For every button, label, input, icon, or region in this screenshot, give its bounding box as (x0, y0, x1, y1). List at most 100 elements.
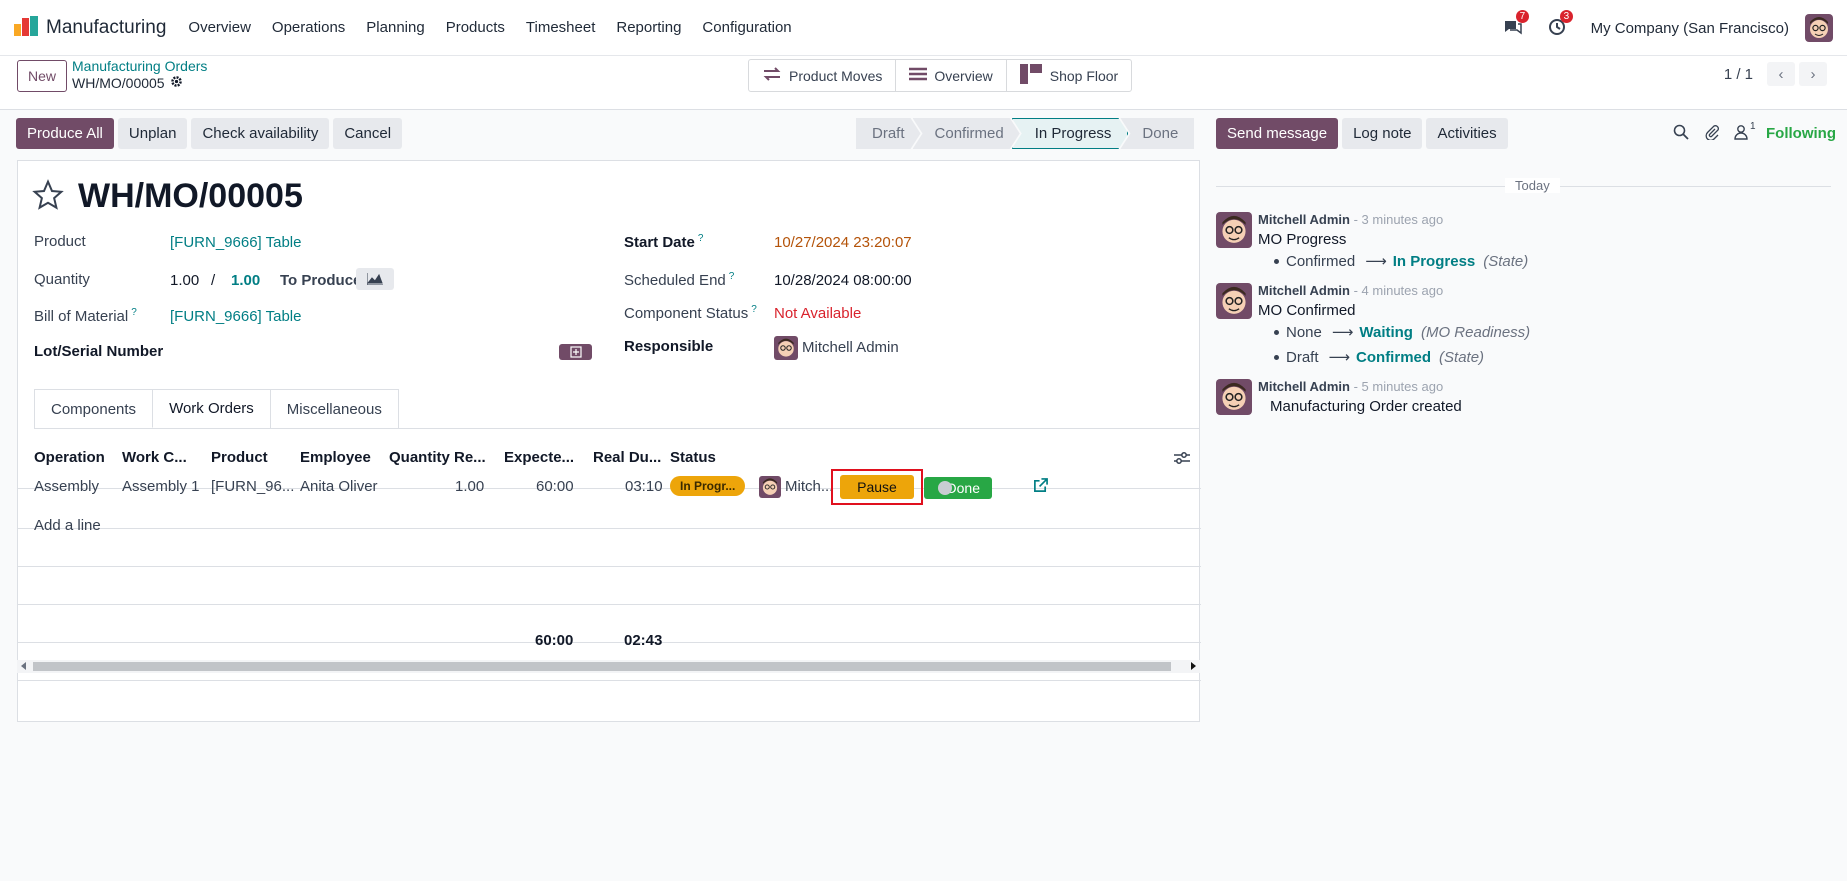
tab-work-orders[interactable]: Work Orders (152, 389, 271, 428)
unplan-button[interactable]: Unplan (117, 118, 188, 149)
message-author-name[interactable]: Mitchell Admin (1258, 283, 1350, 298)
scroll-thumb[interactable] (33, 662, 1171, 671)
followers-count: 1 (1750, 121, 1756, 132)
pager-value[interactable]: 1 / 1 (1724, 66, 1753, 83)
col-product[interactable]: Product (211, 449, 268, 466)
scroll-right-icon[interactable] (1191, 662, 1196, 670)
tracking-new: Waiting (1359, 323, 1413, 341)
stage-draft[interactable]: Draft (856, 118, 921, 149)
horizontal-scrollbar[interactable] (17, 660, 1200, 673)
form-sheet: WH/MO/00005 Product [FURN_9666] Table Qu… (17, 160, 1201, 722)
message-author-name[interactable]: Mitchell Admin (1258, 379, 1350, 394)
message-author: Mitchell Admin - 3 minutes ago (1258, 212, 1443, 227)
add-lot-icon[interactable] (559, 344, 592, 360)
new-button[interactable]: New (17, 60, 67, 92)
shop-floor-label: Shop Floor (1049, 67, 1119, 84)
cell-user: Mitch... (785, 478, 834, 495)
done-toggle-knob (938, 481, 952, 495)
bom-field[interactable]: [FURN_9666] Table (170, 308, 301, 325)
gear-icon[interactable] (170, 75, 183, 91)
forecast-chart-icon[interactable] (356, 268, 394, 290)
quantity-field[interactable]: 1.00 (170, 272, 199, 289)
pause-button[interactable]: Pause (831, 469, 923, 505)
tracking-old: Confirmed (1286, 252, 1356, 270)
col-employee[interactable]: Employee (300, 449, 371, 466)
stage-pipeline: Draft Confirmed In Progress Done (856, 118, 1195, 149)
log-note-button[interactable]: Log note (1342, 118, 1423, 149)
scroll-left-icon[interactable] (21, 662, 26, 670)
col-quantity[interactable]: Quantity Re... (389, 449, 486, 466)
following-button[interactable]: Following (1766, 125, 1836, 142)
activities-icon[interactable]: 3 (1547, 10, 1574, 39)
menu-products[interactable]: Products (446, 19, 505, 36)
pager-next-icon[interactable]: › (1799, 62, 1827, 86)
done-button[interactable]: Done (924, 477, 992, 499)
followers-icon[interactable] (1734, 124, 1748, 144)
menu-operations[interactable]: Operations (272, 19, 345, 36)
product-moves-button[interactable]: Product Moves (749, 60, 897, 91)
scheduled-end-field[interactable]: 10/28/2024 08:00:00 (774, 272, 912, 289)
search-icon[interactable] (1673, 124, 1689, 144)
app-brand[interactable]: Manufacturing (14, 15, 167, 40)
stage-in-progress[interactable]: In Progress (1012, 118, 1129, 149)
activities-button[interactable]: Activities (1426, 118, 1508, 149)
message-body: MO Progress (1258, 231, 1347, 248)
start-date-help[interactable]: ? (698, 233, 704, 244)
overview-button[interactable]: Overview (896, 60, 1007, 91)
col-expected[interactable]: Expecte... (504, 449, 574, 466)
systray: 7 3 My Company (San Francisco) (1503, 0, 1847, 56)
check-availability-button[interactable]: Check availability (191, 118, 330, 149)
tracking-new: In Progress (1392, 252, 1476, 270)
tab-components[interactable]: Components (34, 389, 154, 428)
start-date-field[interactable]: 10/27/2024 23:20:07 (774, 234, 912, 251)
optional-columns-icon[interactable] (1174, 451, 1190, 469)
shop-floor-button[interactable]: Shop Floor (1007, 60, 1131, 91)
cancel-button[interactable]: Cancel (333, 118, 403, 149)
message-author-avatar[interactable] (1216, 283, 1252, 319)
stage-confirmed[interactable]: Confirmed (913, 118, 1020, 149)
responsible-field[interactable]: Mitchell Admin (802, 339, 899, 356)
menu-overview[interactable]: Overview (188, 19, 251, 36)
col-operation[interactable]: Operation (34, 449, 105, 466)
message-body: Manufacturing Order created (1270, 398, 1462, 415)
status-badge: In Progr... (670, 476, 746, 496)
menu-timesheet[interactable]: Timesheet (526, 19, 595, 36)
product-field[interactable]: [FURN_9666] Table (170, 234, 301, 251)
app-name: Manufacturing (46, 16, 167, 38)
pager-previous-icon[interactable]: ‹ (1767, 62, 1795, 86)
star-icon[interactable] (32, 178, 64, 215)
menu-planning[interactable]: Planning (366, 19, 424, 36)
bom-help[interactable]: ? (131, 307, 137, 318)
total-expected: 60:00 (535, 632, 574, 649)
message-author-name[interactable]: Mitchell Admin (1258, 212, 1350, 227)
tab-miscellaneous[interactable]: Miscellaneous (269, 389, 399, 428)
cell-product: [FURN_96... (211, 478, 295, 495)
scheduled-end-help[interactable]: ? (729, 271, 735, 282)
component-status-help[interactable]: ? (751, 304, 757, 315)
menu-reporting[interactable]: Reporting (616, 19, 681, 36)
col-work-center[interactable]: Work C... (122, 449, 187, 466)
menu-configuration[interactable]: Configuration (702, 19, 791, 36)
tracking-old: Draft (1286, 348, 1319, 366)
messages-icon[interactable]: 7 (1503, 10, 1530, 39)
pager: 1 / 1 ‹ › (1724, 62, 1827, 86)
tracking-old: None (1286, 323, 1322, 341)
add-line-link[interactable]: Add a line (34, 517, 101, 534)
col-real-duration[interactable]: Real Du... (593, 449, 661, 466)
user-avatar[interactable] (1805, 14, 1833, 42)
message-author-avatar[interactable] (1216, 379, 1252, 415)
cell-real-duration: 03:10 (625, 478, 663, 495)
external-link-icon[interactable] (1033, 478, 1048, 497)
breadcrumb-parent[interactable]: Manufacturing Orders (72, 58, 207, 74)
company-switcher[interactable]: My Company (San Francisco) (1591, 20, 1789, 37)
message-author-avatar[interactable] (1216, 212, 1252, 248)
send-message-button[interactable]: Send message (1216, 118, 1339, 149)
top-navbar: Manufacturing Overview Operations Planni… (0, 0, 1847, 56)
paperclip-icon[interactable] (1704, 124, 1720, 144)
bullet (1274, 330, 1279, 335)
col-status[interactable]: Status (670, 449, 716, 466)
quantity-separator: / (211, 272, 216, 289)
breadcrumb-current-label: WH/MO/00005 (72, 75, 165, 91)
produce-all-button[interactable]: Produce All (16, 118, 114, 149)
stage-done[interactable]: Done (1120, 118, 1195, 149)
